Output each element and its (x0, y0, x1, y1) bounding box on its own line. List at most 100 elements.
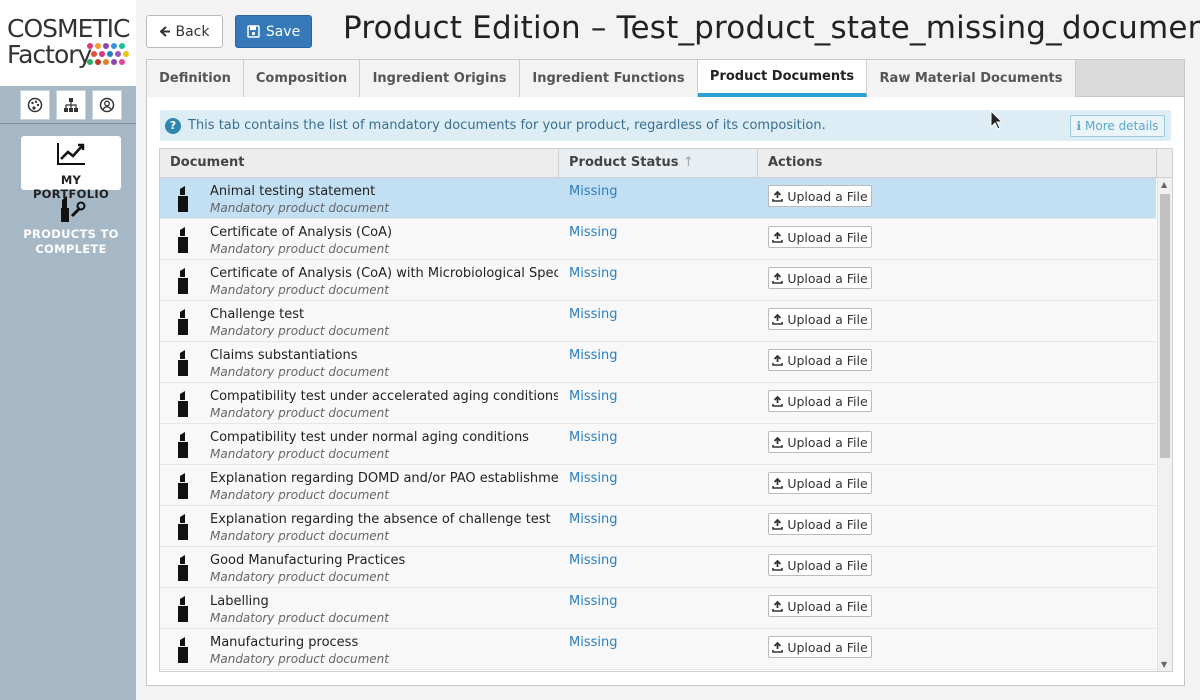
status-link[interactable]: Missing (569, 348, 617, 363)
scrollbar-thumb[interactable] (1160, 194, 1170, 458)
app-logo[interactable]: COSMETIC Factory (0, 0, 136, 86)
document-name: Labelling (210, 594, 269, 609)
palette-button[interactable] (20, 90, 50, 120)
lipstick-icon (178, 309, 188, 335)
logo-dots-icon (87, 43, 129, 65)
status-link[interactable]: Missing (569, 594, 617, 609)
column-header-document[interactable]: Document (160, 149, 559, 177)
back-button[interactable]: Back (146, 15, 223, 48)
upload-icon (772, 477, 784, 489)
document-name: Certificate of Analysis (CoA) with Micro… (210, 266, 558, 281)
upload-file-button[interactable]: Upload a File (768, 226, 872, 248)
upload-file-label: Upload a File (787, 188, 868, 204)
info-icon: ℹ (1076, 119, 1081, 133)
document-name: Explanation regarding the absence of cha… (210, 512, 551, 527)
table-row[interactable]: Claims substantiations Mandatory product … (160, 342, 1156, 383)
chart-line-icon (57, 143, 85, 165)
table-row[interactable]: Explanation regarding the absence of cha… (160, 506, 1156, 547)
document-subtitle: Mandatory product document (210, 611, 389, 625)
upload-icon (772, 190, 784, 202)
upload-file-button[interactable]: Upload a File (768, 308, 872, 330)
status-link[interactable]: Missing (569, 266, 617, 281)
upload-file-button[interactable]: Upload a File (768, 472, 872, 494)
status-link[interactable]: Missing (569, 512, 617, 527)
nav-products-to-complete[interactable]: PRODUCTS TO COMPLETE (21, 194, 121, 258)
upload-icon (772, 641, 784, 653)
table-row[interactable]: Animal testing statement Mandatory produc… (160, 178, 1156, 219)
save-button[interactable]: Save (235, 15, 312, 48)
document-name: Challenge test (210, 307, 305, 322)
scroll-down-icon[interactable]: ▼ (1161, 660, 1167, 669)
user-circle-icon (99, 97, 115, 113)
upload-icon (772, 518, 784, 530)
status-link[interactable]: Missing (569, 389, 617, 404)
back-button-label: Back (175, 23, 210, 40)
column-header-actions-label: Actions (768, 155, 823, 170)
scroll-up-icon[interactable]: ▲ (1161, 180, 1167, 189)
upload-file-button[interactable]: Upload a File (768, 185, 872, 207)
document-name: Claims substantiations (210, 348, 358, 363)
table-body: Animal testing statement Mandatory produc… (160, 178, 1156, 670)
document-name: Compatibility test under normal aging co… (210, 430, 529, 445)
upload-file-button[interactable]: Upload a File (768, 513, 872, 535)
mouse-cursor-icon (990, 110, 1004, 130)
table-row[interactable]: Labelling Mandatory product document Missi… (160, 588, 1156, 629)
status-link[interactable]: Missing (569, 307, 617, 322)
tab-ingredient-origins[interactable]: Ingredient Origins (360, 60, 520, 97)
upload-file-button[interactable]: Upload a File (768, 390, 872, 412)
upload-file-label: Upload a File (787, 557, 868, 573)
table-row[interactable]: Challenge test Mandatory product document… (160, 301, 1156, 342)
upload-icon (772, 436, 784, 448)
upload-icon (772, 313, 784, 325)
document-subtitle: Mandatory product document (210, 488, 389, 502)
table-row[interactable]: Compatibility test under normal aging co… (160, 424, 1156, 465)
upload-file-button[interactable]: Upload a File (768, 431, 872, 453)
status-link[interactable]: Missing (569, 430, 617, 445)
upload-file-label: Upload a File (787, 393, 868, 409)
more-details-button[interactable]: ℹ More details (1070, 115, 1165, 137)
column-header-document-label: Document (170, 155, 245, 170)
info-banner: ? This tab contains the list of mandator… (160, 110, 1171, 141)
tab-composition[interactable]: Composition (244, 60, 360, 97)
upload-file-label: Upload a File (787, 352, 868, 368)
table-header: Document Product Status ↑ Actions (160, 149, 1172, 178)
document-subtitle: Mandatory product document (210, 242, 389, 256)
lipstick-icon (178, 186, 188, 212)
tab-ingredient-functions[interactable]: Ingredient Functions (520, 60, 698, 97)
table-row[interactable]: Certificate of Analysis (CoA) Mandatory p… (160, 219, 1156, 260)
question-circle-icon: ? (165, 118, 181, 134)
table-scrollbar[interactable]: ▲ ▼ (1157, 178, 1172, 671)
upload-file-button[interactable]: Upload a File (768, 267, 872, 289)
upload-file-button[interactable]: Upload a File (768, 554, 872, 576)
table-row[interactable]: Manufacturing process Mandatory product d… (160, 629, 1156, 670)
page-title: Product Edition – Test_product_state_mis… (343, 10, 1200, 46)
column-header-product-status[interactable]: Product Status ↑ (559, 149, 758, 177)
table-row[interactable]: Certificate of Analysis (CoA) with Micro… (160, 260, 1156, 301)
table-row[interactable]: Good Manufacturing Practices Mandatory pr… (160, 547, 1156, 588)
status-link[interactable]: Missing (569, 471, 617, 486)
upload-file-button[interactable]: Upload a File (768, 349, 872, 371)
document-subtitle: Mandatory product document (210, 324, 389, 338)
table-row[interactable]: Compatibility test under accelerated agi… (160, 383, 1156, 424)
sitemap-button[interactable] (56, 90, 86, 120)
logo-line2: Factory (7, 40, 92, 69)
upload-file-button[interactable]: Upload a File (768, 636, 872, 658)
document-name: Compatibility test under accelerated agi… (210, 389, 558, 404)
column-header-actions[interactable]: Actions (758, 149, 1157, 177)
table-row[interactable]: Explanation regarding DOMD and/or PAO es… (160, 465, 1156, 506)
tab-product-documents[interactable]: Product Documents (698, 60, 867, 97)
lipstick-wrench-icon (61, 196, 86, 222)
document-subtitle: Mandatory product document (210, 570, 389, 584)
tab-definition[interactable]: Definition (147, 60, 244, 97)
tab-raw-material-documents[interactable]: Raw Material Documents (867, 60, 1076, 97)
document-subtitle: Mandatory product document (210, 529, 389, 543)
upload-icon (772, 600, 784, 612)
document-subtitle: Mandatory product document (210, 652, 389, 666)
status-link[interactable]: Missing (569, 635, 617, 650)
user-button[interactable] (92, 90, 122, 120)
status-link[interactable]: Missing (569, 225, 617, 240)
status-link[interactable]: Missing (569, 553, 617, 568)
nav-my-portfolio[interactable]: MY PORTFOLIO (21, 136, 121, 201)
status-link[interactable]: Missing (569, 184, 617, 199)
upload-file-button[interactable]: Upload a File (768, 595, 872, 617)
